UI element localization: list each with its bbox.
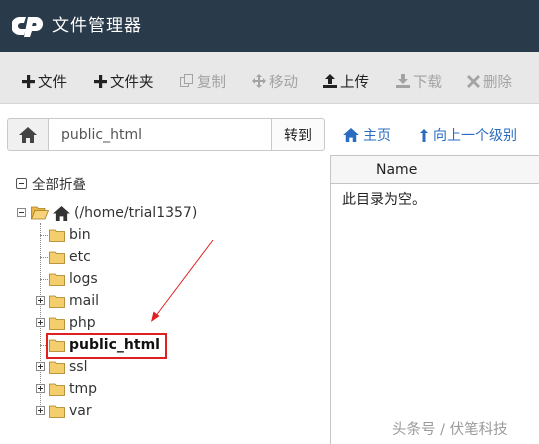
- empty-directory-message: 此目录为空。: [342, 192, 426, 208]
- watermark: 头条号 / 伏笔科技: [392, 422, 508, 438]
- file-list-panel: Name 此目录为空。: [330, 155, 539, 444]
- name-column-header[interactable]: Name: [331, 156, 539, 184]
- name-column-label: Name: [376, 162, 418, 178]
